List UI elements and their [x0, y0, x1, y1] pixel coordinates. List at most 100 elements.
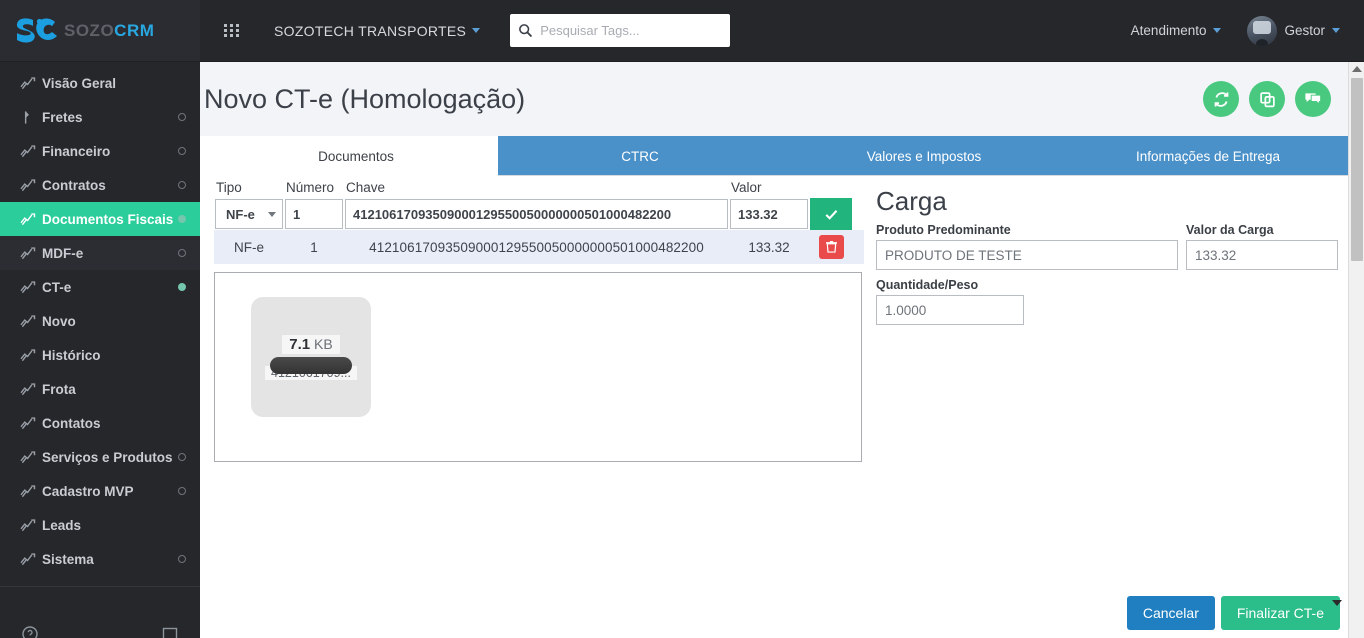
- delete-row-button[interactable]: [819, 235, 844, 259]
- sidebar-item-servi-os-e-produtos[interactable]: Serviços e Produtos: [0, 440, 200, 474]
- scroll-up-arrow-icon[interactable]: [1351, 66, 1362, 72]
- sidebar-item-label: Visão Geral: [42, 75, 117, 91]
- main-content: Novo CT-e (Homologação) Documentos CTRC Va…: [200, 62, 1364, 638]
- sidebar-item-documentos-fiscais[interactable]: Documentos Fiscais: [0, 202, 200, 236]
- search-input[interactable]: [540, 15, 731, 46]
- tipo-select-value[interactable]: NF-e: [215, 199, 283, 229]
- org-selector[interactable]: SOZOTECH TRANSPORTES: [274, 23, 481, 39]
- produto-predominante-input[interactable]: [876, 240, 1178, 270]
- sidebar-item-status-dot: [178, 283, 186, 291]
- vertical-scrollbar[interactable]: [1348, 62, 1364, 638]
- file-size-value: 7.1: [289, 335, 311, 353]
- tab-ctrc[interactable]: CTRC: [498, 136, 782, 176]
- chat-button[interactable]: [1295, 81, 1331, 117]
- sidebar-item-label: Novo: [42, 313, 76, 329]
- sidebar-item-vis-o-geral[interactable]: Visão Geral: [0, 66, 200, 100]
- tab-valores-e-impostos[interactable]: Valores e Impostos: [782, 136, 1066, 176]
- chart-icon: [20, 518, 42, 533]
- chart-icon: [20, 348, 42, 363]
- sidebar-item-leads[interactable]: Leads: [0, 508, 200, 542]
- confirm-document-button[interactable]: [810, 198, 852, 230]
- chart-icon: [20, 450, 42, 465]
- sidebar-item-label: CT-e: [42, 279, 72, 295]
- sidebar-item-label: MDF-e: [42, 245, 84, 261]
- table-row[interactable]: NF-e 1 412106170935090001295500500000005…: [214, 230, 864, 264]
- file-dropzone[interactable]: 7.1 KB 4121061709...: [214, 272, 862, 462]
- table-header-row: Tipo Número Chave Valor: [214, 176, 864, 198]
- brand-text: SOZOCRM: [64, 21, 154, 41]
- chart-icon: [20, 178, 42, 193]
- numero-input[interactable]: [285, 199, 343, 229]
- row-actions: [809, 230, 864, 264]
- sidebar-item-status-dot: [178, 487, 186, 495]
- content-split: Tipo Número Chave Valor NF-e 1 412106170…: [200, 176, 1364, 636]
- row-tipo: NF-e: [214, 230, 284, 264]
- sidebar-footer: [0, 604, 200, 638]
- carga-row-1: Produto Predominante Valor da Carga: [876, 223, 1340, 278]
- sidebar-item-sistema[interactable]: Sistema: [0, 542, 200, 576]
- file-size-unit: KB: [314, 335, 333, 352]
- sidebar-item-novo[interactable]: Novo: [0, 304, 200, 338]
- top-bar: SOZOTECH TRANSPORTES Atendimento Gestor: [200, 0, 1364, 62]
- sidebar-item-fretes[interactable]: Fretes: [0, 100, 200, 134]
- sidebar-divider: [0, 586, 200, 587]
- documents-pane: Tipo Número Chave Valor NF-e 1 412106170…: [200, 176, 864, 636]
- scrollbar-thumb[interactable]: [1351, 78, 1363, 261]
- tab-informa-es-de-entrega[interactable]: Informações de Entrega: [1066, 136, 1350, 176]
- dropdown-caret-icon[interactable]: [1332, 594, 1342, 612]
- finalizar-cte-button[interactable]: Finalizar CT-e: [1220, 596, 1340, 630]
- tab-label: Informações de Entrega: [1135, 148, 1281, 164]
- flag-icon: [20, 110, 42, 125]
- tab-label: CTRC: [621, 148, 659, 164]
- avatar: [1247, 15, 1278, 46]
- produto-predominante-label: Produto Predominante: [876, 223, 1011, 237]
- uploaded-file-card[interactable]: 7.1 KB 4121061709...: [251, 297, 371, 417]
- sidebar-item-frota[interactable]: Frota: [0, 372, 200, 406]
- sidebar-item-hist-rico[interactable]: Histórico: [0, 338, 200, 372]
- chave-input[interactable]: [345, 199, 728, 229]
- grid-apps-icon[interactable]: [208, 24, 256, 37]
- collapse-icon[interactable]: [162, 626, 178, 638]
- chave-cell: [344, 198, 729, 230]
- tipo-select[interactable]: NF-e: [215, 199, 283, 229]
- valor-carga-input[interactable]: [1186, 240, 1338, 270]
- valor-input[interactable]: [730, 199, 808, 229]
- atendimento-menu-label: Atendimento: [1130, 23, 1207, 38]
- search-box[interactable]: [510, 14, 731, 47]
- valor-carga-label: Valor da Carga: [1186, 223, 1274, 237]
- sidebar-item-financeiro[interactable]: Financeiro: [0, 134, 200, 168]
- confirm-cell: [809, 198, 864, 230]
- header-actions: [809, 176, 864, 198]
- atendimento-menu[interactable]: Atendimento: [1131, 23, 1222, 38]
- page-header-actions: [1203, 81, 1340, 117]
- chart-icon: [20, 382, 42, 397]
- sidebar-item-contatos[interactable]: Contatos: [0, 406, 200, 440]
- chart-icon: [20, 280, 42, 295]
- sidebar-item-cadastro-mvp[interactable]: Cadastro MVP: [0, 474, 200, 508]
- sidebar-item-ct-e[interactable]: CT-e: [0, 270, 200, 304]
- carga-title: Carga: [876, 186, 947, 216]
- chart-icon: [20, 314, 42, 329]
- brand-logo[interactable]: SOZOCRM: [0, 0, 200, 62]
- chart-icon: [20, 552, 42, 567]
- user-menu[interactable]: Gestor: [1247, 15, 1340, 46]
- duplicate-button[interactable]: [1249, 81, 1285, 117]
- sidebar-item-contratos[interactable]: Contratos: [0, 168, 200, 202]
- sidebar-item-status-dot: [178, 453, 186, 461]
- tab-documentos[interactable]: Documentos: [214, 136, 498, 176]
- chart-icon: [20, 246, 42, 261]
- sidebar-item-mdf-e[interactable]: MDF-e: [0, 236, 200, 270]
- file-size: 7.1 KB: [282, 334, 340, 354]
- top-bar-right: Atendimento Gestor: [1131, 15, 1364, 46]
- cancel-button[interactable]: Cancelar: [1126, 596, 1215, 630]
- sidebar-item-label: Fretes: [42, 109, 83, 125]
- sync-button[interactable]: [1203, 81, 1239, 117]
- sidebar-item-status-dot: [178, 555, 186, 563]
- row-valor: 133.32: [729, 230, 809, 264]
- quantidade-peso-input[interactable]: [876, 295, 1024, 325]
- carga-pane: Carga Produto Predominante Valor da Carg…: [864, 176, 1364, 636]
- help-icon[interactable]: [22, 626, 38, 638]
- sidebar-item-status-dot: [178, 113, 186, 121]
- sidebar: SOZOCRM Visão Geral Fretes Financeiro Contr…: [0, 0, 200, 638]
- page-title: Novo CT-e (Homologação): [204, 83, 526, 114]
